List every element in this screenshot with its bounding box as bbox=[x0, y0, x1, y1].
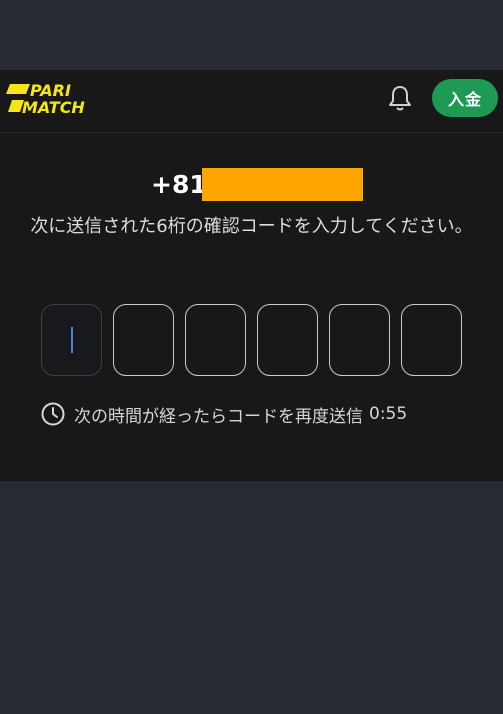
text-caret bbox=[71, 327, 73, 353]
otp-digit-1[interactable] bbox=[41, 304, 102, 376]
phone-prefix: +81 bbox=[151, 170, 207, 199]
resend-countdown: 次の時間が経ったらコードを再度送信 0:55 bbox=[40, 400, 480, 428]
deposit-button[interactable]: 入金 bbox=[432, 79, 498, 117]
otp-digit-6[interactable] bbox=[401, 304, 462, 376]
bell-icon[interactable] bbox=[387, 84, 413, 112]
otp-digit-4[interactable] bbox=[257, 304, 318, 376]
top-background bbox=[0, 0, 503, 70]
otp-digit-3[interactable] bbox=[185, 304, 246, 376]
resend-label: 次の時間が経ったらコードを再度送信 bbox=[74, 406, 363, 427]
instruction-text: 次に送信された6桁の確認コードを入力してください。 bbox=[30, 216, 473, 237]
otp-code-input bbox=[41, 304, 465, 378]
deposit-button-label: 入金 bbox=[447, 90, 482, 109]
phone-redaction bbox=[202, 168, 363, 201]
parimatch-logo[interactable]: PARI MATCH bbox=[6, 80, 124, 116]
phone-number: +81 bbox=[0, 168, 503, 204]
svg-text:MATCH: MATCH bbox=[22, 98, 85, 116]
resend-timer: 0:55 bbox=[369, 404, 408, 424]
otp-digit-5[interactable] bbox=[329, 304, 390, 376]
verification-panel: PARI MATCH 入金 +81 次に送信された6桁の確認コードを入力してくだ… bbox=[0, 70, 503, 481]
app-header: PARI MATCH 入金 bbox=[0, 70, 503, 133]
otp-digit-2[interactable] bbox=[113, 304, 174, 376]
clock-icon bbox=[41, 402, 65, 426]
